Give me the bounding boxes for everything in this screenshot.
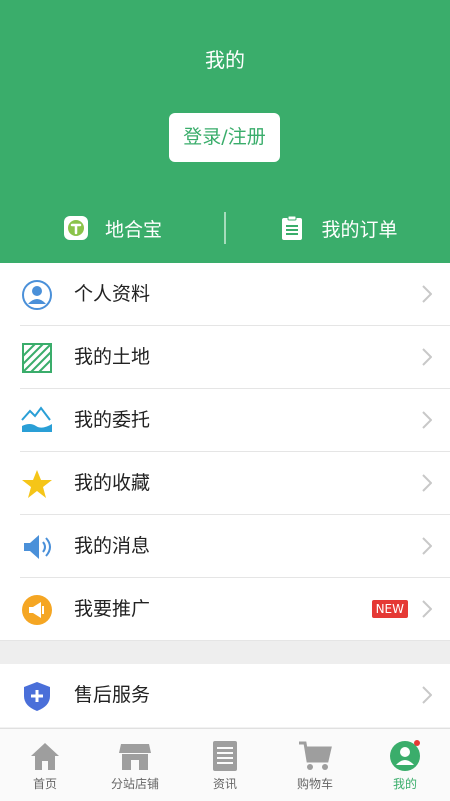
menu-item-label: 我的委托: [74, 409, 151, 431]
menu-item-entrust[interactable]: 我的委托: [0, 389, 450, 452]
profile-icon: [390, 740, 420, 771]
cart-icon: [299, 741, 332, 770]
clipboard-icon: [279, 215, 305, 241]
tab-news[interactable]: 资讯: [180, 729, 270, 801]
profile-header: 我的 登录/注册 地合宝 我的订单: [0, 0, 450, 263]
speaker-icon: [20, 530, 54, 564]
tab-cart[interactable]: 购物车: [270, 729, 360, 801]
land-icon: [20, 341, 54, 375]
chevron-right-icon: [422, 600, 432, 618]
shield-plus-icon: [20, 679, 54, 713]
chevron-right-icon: [422, 686, 432, 704]
menu-item-after-sale[interactable]: 售后服务: [0, 664, 450, 727]
store-icon: [119, 744, 151, 770]
menu-item-favorites[interactable]: 我的收藏: [0, 452, 450, 515]
menu-item-label: 我的消息: [74, 535, 151, 557]
tab-mine[interactable]: 我的: [360, 729, 450, 801]
tab-label: 分站店铺: [110, 777, 159, 791]
dihebao-label: 地合宝: [104, 218, 162, 241]
person-icon: [20, 278, 54, 312]
menu-item-land[interactable]: 我的土地: [0, 326, 450, 389]
my-orders-button[interactable]: 我的订单: [226, 200, 450, 256]
after-sale-section: 售后服务: [0, 664, 450, 727]
menu-item-label: 我要推广: [74, 598, 151, 620]
menu-item-promote[interactable]: 我要推广 NEW: [0, 578, 450, 641]
menu-item-label: 个人资料: [74, 283, 151, 305]
tab-home[interactable]: 首页: [0, 729, 90, 801]
star-icon: [20, 467, 54, 501]
page-title: 我的: [205, 48, 245, 72]
chevron-right-icon: [422, 348, 432, 366]
my-orders-label: 我的订单: [321, 218, 398, 241]
tab-label: 资讯: [212, 777, 237, 791]
menu-item-messages[interactable]: 我的消息: [0, 515, 450, 578]
tab-label: 首页: [32, 777, 57, 791]
chevron-right-icon: [422, 285, 432, 303]
document-icon: [213, 741, 237, 771]
chevron-right-icon: [422, 537, 432, 555]
chevron-right-icon: [422, 474, 432, 492]
bottom-tab-bar: 首页 分站店铺 资讯 购物车 我的: [0, 728, 450, 801]
tab-label: 我的: [392, 777, 417, 791]
login-register-button[interactable]: 登录/注册: [169, 113, 280, 162]
mountain-hand-icon: [20, 404, 54, 438]
home-icon: [31, 743, 59, 770]
megaphone-icon: [20, 593, 54, 627]
section-gap: [0, 641, 450, 664]
chevron-right-icon: [422, 411, 432, 429]
tab-label: 购物车: [296, 777, 333, 791]
menu-item-label: 我的土地: [74, 346, 151, 368]
menu-item-profile[interactable]: 个人资料: [0, 263, 450, 326]
tab-store[interactable]: 分站店铺: [90, 729, 180, 801]
dihebao-icon: [63, 215, 89, 241]
dihebao-button[interactable]: 地合宝: [0, 200, 225, 256]
menu-list: 个人资料 我的土地 我的委托 我的收藏 我的消息 我要推广 NEW: [0, 263, 450, 641]
new-badge: NEW: [371, 600, 408, 618]
menu-item-label: 我的收藏: [74, 472, 151, 494]
menu-item-label: 售后服务: [74, 684, 151, 706]
